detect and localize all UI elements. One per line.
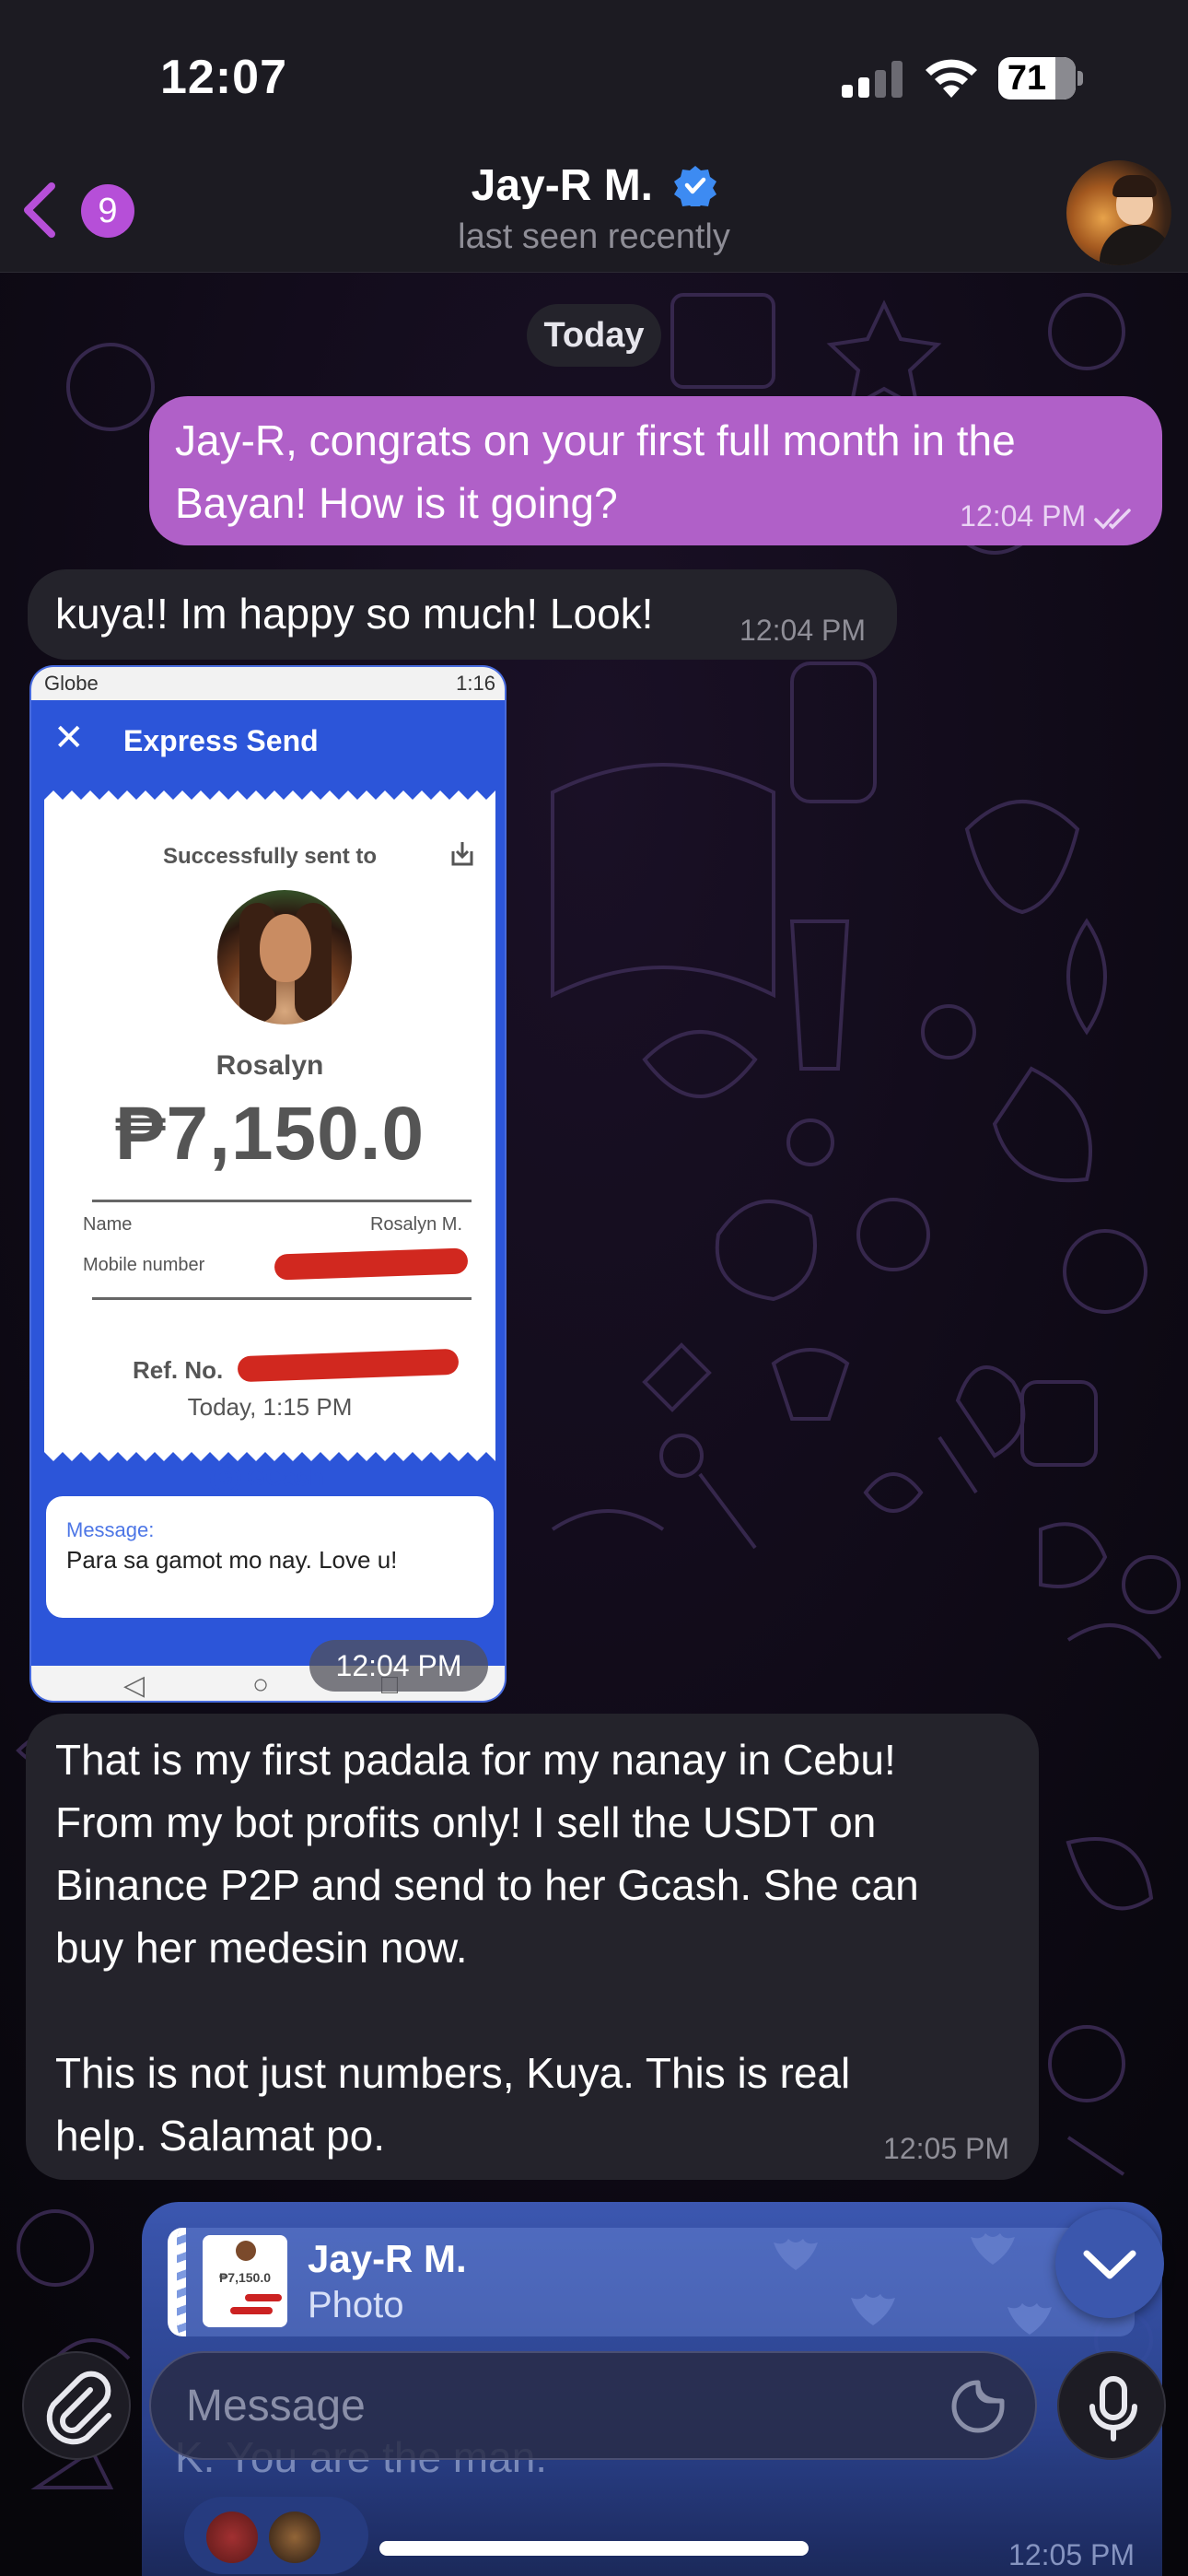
message-reactions[interactable] — [184, 2497, 368, 2574]
outgoing-message[interactable]: Jay-R, congrats on your first full month… — [149, 396, 1162, 545]
receipt-name-label: Name — [83, 1214, 133, 1235]
message-text-line: Jay-R, congrats on your first full month… — [175, 416, 1016, 464]
scroll-to-bottom-button[interactable] — [1055, 2209, 1164, 2318]
photo-app-bar: ✕ Express Send — [31, 700, 505, 789]
receipt-message-label: Message: — [66, 1518, 155, 1541]
reply-sender-name: Jay-R M. — [308, 2237, 467, 2280]
status-time: 12:07 — [160, 51, 287, 104]
receipt-message-box: Message: Para sa gamot mo nay. Love u! — [46, 1496, 494, 1618]
message-meta: 12:04 PM — [960, 498, 1135, 534]
photo-phone-time: 1:16 — [456, 672, 495, 695]
message-time: 12:04 PM — [740, 614, 866, 647]
divider — [92, 1200, 472, 1202]
reaction-heart-icon — [206, 2512, 258, 2563]
message-text-line: From my bot profits only! I sell the USD… — [55, 1798, 877, 1846]
photo-carrier: Globe — [44, 672, 99, 695]
obscured-message-time: 12:05 PM — [1008, 2538, 1135, 2571]
home-indicator — [379, 2541, 809, 2556]
contact-last-seen: last seen recently — [458, 217, 730, 256]
voice-record-button[interactable] — [1057, 2351, 1166, 2460]
receipt-date: Today, 1:15 PM — [187, 1393, 353, 1421]
nav-home-icon: ○ — [252, 1669, 270, 1700]
chat-header: 12:07 71 9 Jay-R M. last seen recently — [0, 0, 1188, 273]
transfer-amount: ₱7,150.0 — [114, 1092, 425, 1176]
close-icon: ✕ — [53, 718, 85, 758]
reaction-avatar — [269, 2512, 320, 2563]
photo-message[interactable]: Globe 1:16 ✕ Express Send Successfully s… — [29, 665, 507, 1703]
verified-badge-icon — [674, 166, 717, 207]
gcash-logo: G GCash — [210, 1463, 324, 1495]
date-separator: Today — [527, 304, 661, 367]
receipt-card: Successfully sent to Rosalyn ₱7,150.0 Na… — [44, 803, 495, 1495]
message-text-line: buy her medesin now. — [55, 1924, 468, 1972]
battery-icon: 71 — [998, 57, 1083, 100]
receipt-message-text: Para sa gamot mo nay. Love u! — [66, 1546, 398, 1574]
microphone-icon — [1089, 2376, 1137, 2441]
contact-name[interactable]: Jay-R M. — [0, 160, 1188, 211]
message-input[interactable] — [149, 2351, 1037, 2460]
receipt-ref-label: Ref. No. — [133, 1356, 224, 1384]
message-text-line: help. Salamat po. — [55, 2112, 386, 2160]
incoming-message[interactable]: kuya!! Im happy so much! Look! 12:04 PM — [28, 569, 897, 660]
paperclip-icon — [46, 2371, 111, 2445]
divider — [92, 1297, 472, 1300]
redaction-mark — [274, 1247, 469, 1281]
incoming-message[interactable]: That is my first padala for my nanay in … — [26, 1714, 1039, 2180]
redaction-mark — [237, 1348, 460, 1383]
photo-phone-status-bar: Globe 1:16 — [31, 667, 505, 700]
reply-message-kind: Photo — [308, 2285, 404, 2325]
message-text-line: Binance P2P and send to her Gcash. She c… — [55, 1861, 919, 1909]
photo-screen-title: Express Send — [123, 724, 319, 757]
contact-name-text: Jay-R M. — [471, 161, 654, 210]
receipt-sent-label: Successfully sent to — [162, 844, 378, 869]
recipient-name: Rosalyn — [215, 1050, 324, 1081]
photo-time: 12:04 PM — [309, 1640, 488, 1692]
gcash-g-icon: G — [210, 1463, 241, 1495]
message-text-line: That is my first padala for my nanay in … — [55, 1736, 896, 1784]
contact-avatar[interactable] — [1066, 160, 1171, 265]
receipt-zigzag-edge — [44, 1445, 495, 1461]
reply-thumbnail: ₱7,150.0 — [203, 2235, 287, 2327]
reply-preview[interactable]: ₱7,150.0 Jay-R M. Photo — [168, 2228, 1135, 2336]
message-time: 12:05 PM — [883, 2132, 1009, 2165]
receipt-mobile-label: Mobile number — [83, 1255, 205, 1275]
download-icon — [451, 842, 473, 866]
receipt-name-value: Rosalyn M. — [369, 1214, 462, 1235]
message-text: kuya!! Im happy so much! Look! — [55, 590, 654, 638]
double-check-icon — [1094, 508, 1131, 530]
battery-level: 71 — [1007, 59, 1047, 98]
nav-back-icon: ◁ — [123, 1670, 146, 1701]
cellular-signal-icon — [842, 61, 903, 98]
recipient-avatar — [217, 890, 352, 1025]
chevron-down-icon — [1083, 2250, 1136, 2279]
gcash-brand: GCash — [247, 1463, 324, 1491]
sticker-icon[interactable] — [949, 2377, 1007, 2436]
wifi-icon — [926, 59, 977, 98]
message-time: 12:04 PM — [960, 499, 1087, 533]
reply-thumb-amount: ₱7,150.0 — [218, 2270, 272, 2285]
message-text-line: This is not just numbers, Kuya. This is … — [55, 2049, 851, 2097]
attach-button[interactable] — [22, 2351, 131, 2460]
